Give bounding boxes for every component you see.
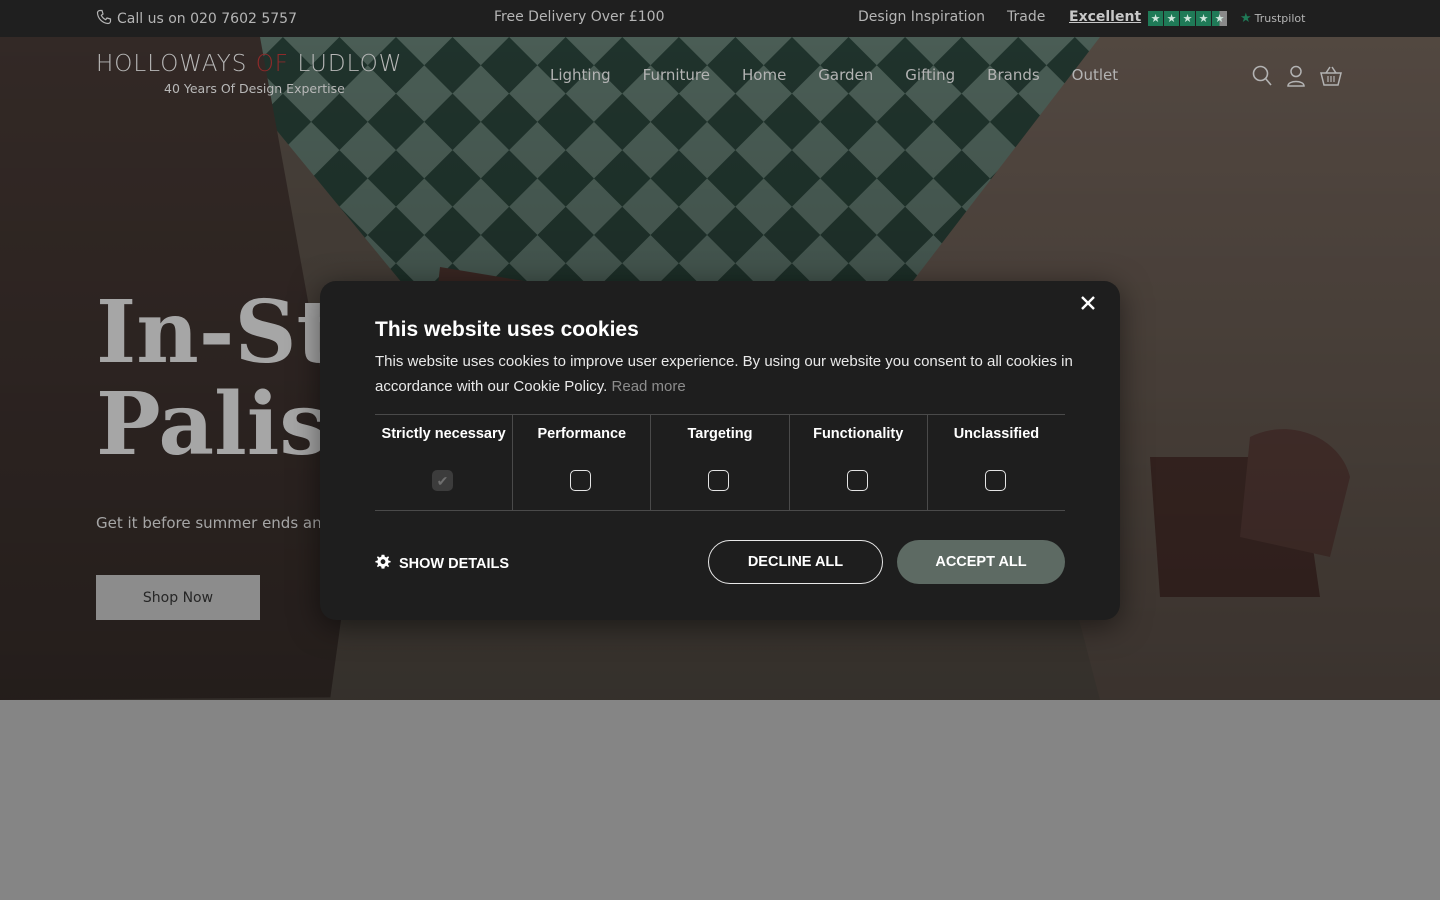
- main-nav: Lighting Furniture Home Garden Gifting B…: [550, 66, 1150, 84]
- trustpilot-star-icon: ★: [1240, 11, 1252, 26]
- category-targeting: Targeting: [651, 415, 790, 510]
- category-functionality: Functionality: [790, 415, 928, 510]
- search-icon[interactable]: [1252, 65, 1272, 87]
- nav-item-brands[interactable]: Brands: [987, 66, 1040, 84]
- account-icon[interactable]: [1286, 65, 1306, 87]
- category-strictly-necessary: Strictly necessary ✔: [375, 415, 514, 510]
- category-label: Performance: [537, 426, 627, 442]
- cookie-title: This website uses cookies: [375, 318, 639, 341]
- category-label: Functionality: [813, 426, 904, 442]
- site-logo[interactable]: HOLLOWAYS OF LUDLOW 40 Years Of Design E…: [96, 51, 402, 96]
- cookie-categories: Strictly necessary ✔ Performance Targeti…: [375, 414, 1065, 511]
- design-inspiration-link[interactable]: Design Inspiration: [858, 9, 985, 25]
- trade-link[interactable]: Trade: [1007, 9, 1045, 25]
- trustpilot-wordmark: Trustpilot: [1254, 12, 1306, 25]
- strictly-necessary-checkbox: ✔: [432, 470, 453, 491]
- basket-icon[interactable]: [1320, 65, 1342, 87]
- header-icons: [1252, 65, 1342, 87]
- star-icon: ★: [1164, 11, 1179, 26]
- cookie-description-text: This website uses cookies to improve use…: [375, 353, 1073, 395]
- trustpilot-rating-link[interactable]: Excellent: [1069, 9, 1141, 25]
- nav-item-gifting[interactable]: Gifting: [905, 66, 955, 84]
- hero-subtitle: Get it before summer ends and: [96, 514, 332, 532]
- shop-now-button[interactable]: Shop Now: [96, 575, 260, 620]
- logo-part3: LUDLOW: [289, 51, 403, 77]
- trustpilot-logo: ★ Trustpilot: [1240, 11, 1305, 26]
- show-details-label: SHOW DETAILS: [399, 556, 510, 572]
- nav-item-home[interactable]: Home: [742, 66, 786, 84]
- star-icon: ★: [1196, 11, 1211, 26]
- unclassified-checkbox[interactable]: [984, 470, 1006, 491]
- phone-text: Call us on 020 7602 5757: [117, 11, 297, 27]
- read-more-link[interactable]: Read more: [612, 378, 686, 395]
- nav-item-furniture[interactable]: Furniture: [643, 66, 710, 84]
- targeting-checkbox[interactable]: [708, 470, 730, 491]
- decline-all-button[interactable]: DECLINE ALL: [708, 540, 883, 584]
- trustpilot-stars: ★ ★ ★ ★ ★: [1148, 11, 1227, 26]
- gear-icon: [375, 554, 391, 574]
- half-star-icon: ★: [1212, 11, 1227, 26]
- nav-item-lighting[interactable]: Lighting: [550, 66, 611, 84]
- category-label: Strictly necessary: [381, 426, 506, 442]
- close-icon[interactable]: [1080, 295, 1096, 311]
- cookie-description: This website uses cookies to improve use…: [375, 349, 1075, 399]
- category-label: Targeting: [687, 426, 753, 442]
- free-delivery-text: Free Delivery Over £100: [494, 9, 665, 25]
- page-content-area: [0, 700, 1440, 900]
- cookie-consent-dialog: This website uses cookies This website u…: [320, 281, 1120, 620]
- show-details-button[interactable]: SHOW DETAILS: [375, 554, 509, 574]
- logo-wordmark: HOLLOWAYS OF LUDLOW: [96, 51, 402, 77]
- category-unclassified: Unclassified: [928, 415, 1065, 510]
- phone-link[interactable]: Call us on 020 7602 5757: [96, 9, 297, 29]
- logo-part1: HOLLOWAYS: [96, 51, 256, 77]
- functionality-checkbox[interactable]: [846, 470, 868, 491]
- nav-item-outlet[interactable]: Outlet: [1072, 66, 1118, 84]
- phone-icon: [96, 9, 112, 29]
- performance-checkbox[interactable]: [570, 470, 592, 491]
- star-icon: ★: [1148, 11, 1163, 26]
- accept-all-button[interactable]: ACCEPT ALL: [897, 540, 1065, 584]
- star-icon: ★: [1180, 11, 1195, 26]
- nav-item-garden[interactable]: Garden: [818, 66, 873, 84]
- category-label: Unclassified: [953, 426, 1040, 442]
- logo-tagline: 40 Years Of Design Expertise: [164, 81, 345, 96]
- top-bar: Call us on 020 7602 5757 Free Delivery O…: [0, 0, 1440, 37]
- category-performance: Performance: [513, 415, 652, 510]
- logo-part2: OF: [255, 51, 290, 77]
